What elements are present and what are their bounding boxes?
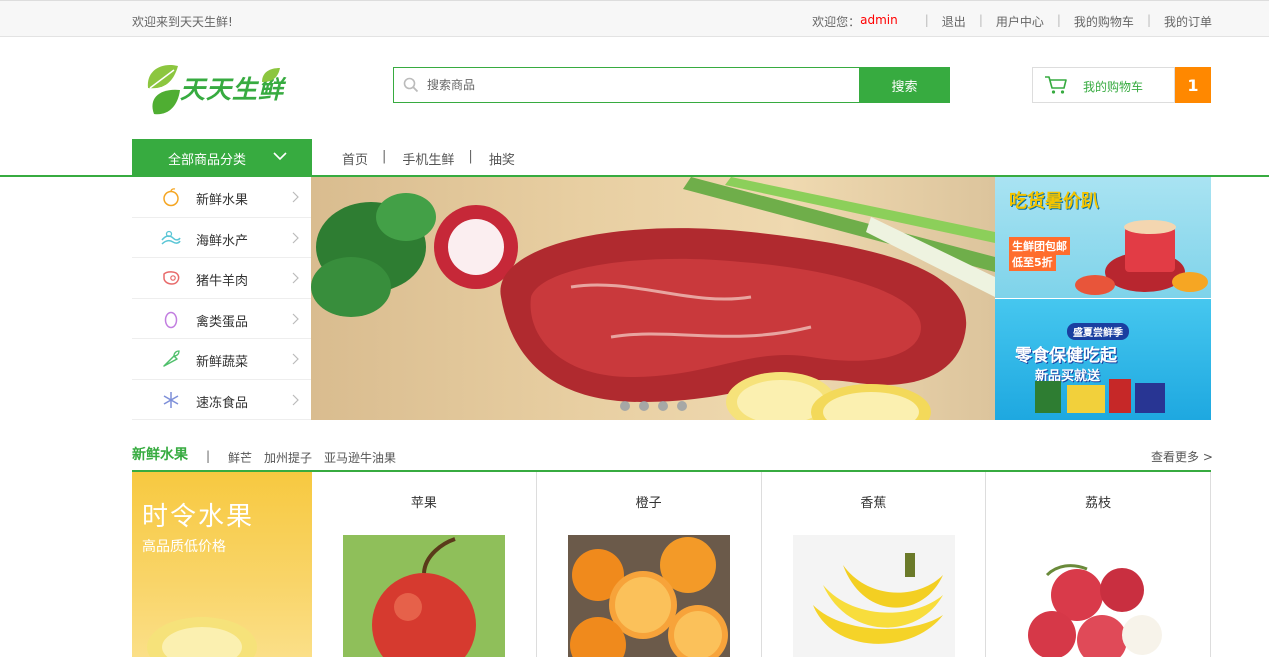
chevron-right-icon — [292, 232, 299, 243]
username-link[interactable]: admin — [860, 13, 898, 30]
user-center-link[interactable]: 用户中心 — [996, 13, 1044, 30]
product-grid: 苹果 橙子 香蕉 荔枝 — [312, 472, 1211, 657]
product-card-apple[interactable]: 苹果 — [312, 472, 537, 657]
divider: | — [978, 13, 983, 27]
ad-banner-snacks[interactable]: 盛夏尝鲜季 零食保健吃起 新品买就送 — [995, 299, 1211, 420]
divider: | — [382, 149, 387, 164]
section-title[interactable]: 新鲜水果 — [132, 444, 188, 464]
category-label: 速冻食品 — [196, 395, 249, 411]
product-name: 荔枝 — [1085, 496, 1112, 511]
product-name: 香蕉 — [860, 496, 887, 511]
cart-button[interactable]: 我的购物车 — [1032, 67, 1175, 103]
tag-mango[interactable]: 鲜芒 — [228, 449, 252, 466]
category-item-vegetables[interactable]: 新鲜蔬菜 — [132, 339, 312, 380]
seafood-icon — [161, 230, 181, 245]
ad-snacks-image — [1035, 379, 1165, 413]
category-label: 新鲜水果 — [196, 193, 249, 208]
chevron-right-icon — [292, 313, 299, 324]
product-name: 苹果 — [410, 496, 437, 511]
product-name: 橙子 — [635, 496, 662, 511]
lemon-image — [147, 617, 257, 657]
small-leaf-icon — [262, 68, 280, 82]
carousel-dot[interactable] — [658, 401, 668, 411]
top-links: 欢迎您： admin | 退出 | 用户中心 | 我的购物车 | 我的订单 — [812, 13, 1212, 30]
nav-mobile-fresh[interactable]: 手机生鲜 — [402, 149, 454, 168]
site-logo[interactable]: 天天生鲜 — [144, 56, 284, 118]
search-button[interactable]: 搜索 — [859, 67, 950, 103]
cart-count-badge[interactable]: 1 — [1175, 67, 1211, 103]
search-icon — [403, 77, 419, 93]
tag-avocado[interactable]: 亚马逊牛油果 — [324, 449, 396, 466]
chevron-right-icon — [292, 191, 299, 203]
welcome-text: 欢迎来到天天生鲜! — [132, 15, 233, 29]
carousel-dot[interactable] — [620, 401, 630, 411]
nav-home[interactable]: 首页 — [342, 149, 368, 168]
ad-banner-summer-sale[interactable]: 吃货暑价趴 生鲜团包邮 低至5折 — [995, 177, 1211, 298]
apple-image — [343, 535, 505, 657]
search-box — [393, 67, 860, 103]
egg-icon — [164, 311, 178, 328]
greeting-text: 欢迎您： — [812, 15, 861, 29]
section-tags: 鲜芒 加州提子 亚马逊牛油果 — [228, 449, 396, 466]
category-list: 新鲜水果 海鲜水产 猪牛羊肉 禽类蛋品 新鲜蔬菜 速冻食品 — [132, 177, 312, 420]
category-label: 禽类蛋品 — [196, 314, 249, 330]
category-label: 猪牛羊肉 — [196, 274, 249, 289]
main-nav: 首页 | 手机生鲜 | 抽奖 — [342, 149, 515, 168]
category-item-poultry-eggs[interactable]: 禽类蛋品 — [132, 299, 312, 339]
carousel-dot[interactable] — [677, 401, 687, 411]
category-label: 海鲜水产 — [196, 233, 249, 249]
all-categories-button[interactable]: 全部商品分类 — [132, 139, 312, 175]
orange-image — [567, 535, 730, 657]
category-item-meat[interactable]: 猪牛羊肉 — [132, 258, 312, 299]
tag-grapes[interactable]: 加州提子 — [264, 449, 312, 466]
category-item-frozen[interactable]: 速冻食品 — [132, 380, 312, 420]
fruit-icon — [163, 188, 179, 207]
divider: | — [206, 449, 211, 463]
category-item-seafood[interactable]: 海鲜水产 — [132, 218, 312, 258]
lychee-image — [1017, 535, 1180, 657]
product-card-orange[interactable]: 橙子 — [537, 472, 762, 657]
product-image[interactable] — [567, 535, 730, 657]
carousel-dots — [620, 401, 687, 411]
logout-link[interactable]: 退出 — [942, 13, 966, 30]
divider: | — [468, 149, 473, 164]
chevron-right-icon — [292, 394, 299, 405]
chevron-right-icon — [292, 353, 299, 365]
divider: | — [924, 13, 929, 27]
vegetable-icon — [163, 350, 180, 367]
banana-image — [792, 535, 955, 657]
product-card-lychee[interactable]: 荔枝 — [986, 472, 1211, 657]
snowflake-icon — [163, 391, 179, 408]
cart-icon — [1045, 76, 1067, 94]
search-input[interactable] — [427, 68, 847, 102]
product-image[interactable] — [1017, 535, 1180, 657]
divider: | — [1056, 13, 1061, 27]
product-image[interactable] — [343, 535, 505, 657]
category-label: 新鲜蔬菜 — [196, 355, 249, 370]
all-categories-label: 全部商品分类 — [168, 153, 247, 168]
top-bar: 欢迎来到天天生鲜! 欢迎您： admin | 退出 | 用户中心 | 我的购物车… — [0, 0, 1269, 37]
chevron-right-icon — [292, 272, 299, 284]
ad-food-image — [1075, 220, 1208, 295]
category-item-fruit[interactable]: 新鲜水果 — [132, 177, 312, 218]
view-more-link[interactable]: 查看更多 > — [1151, 448, 1213, 465]
meat-icon — [163, 271, 180, 285]
my-orders-link[interactable]: 我的订单 — [1164, 13, 1212, 30]
product-card-banana[interactable]: 香蕉 — [762, 472, 987, 657]
my-cart-link[interactable]: 我的购物车 — [1074, 13, 1134, 30]
hero-banner[interactable] — [311, 177, 995, 420]
chevron-down-icon — [273, 152, 287, 161]
steak-banner-image — [311, 177, 995, 420]
seasonal-fruit-promo[interactable]: 时令水果 高品质低价格 — [132, 472, 312, 657]
divider: | — [1146, 13, 1151, 27]
product-image[interactable] — [792, 535, 955, 657]
nav-lottery[interactable]: 抽奖 — [489, 149, 515, 168]
carousel-dot[interactable] — [639, 401, 649, 411]
cart-label: 我的购物车 — [1083, 80, 1144, 94]
